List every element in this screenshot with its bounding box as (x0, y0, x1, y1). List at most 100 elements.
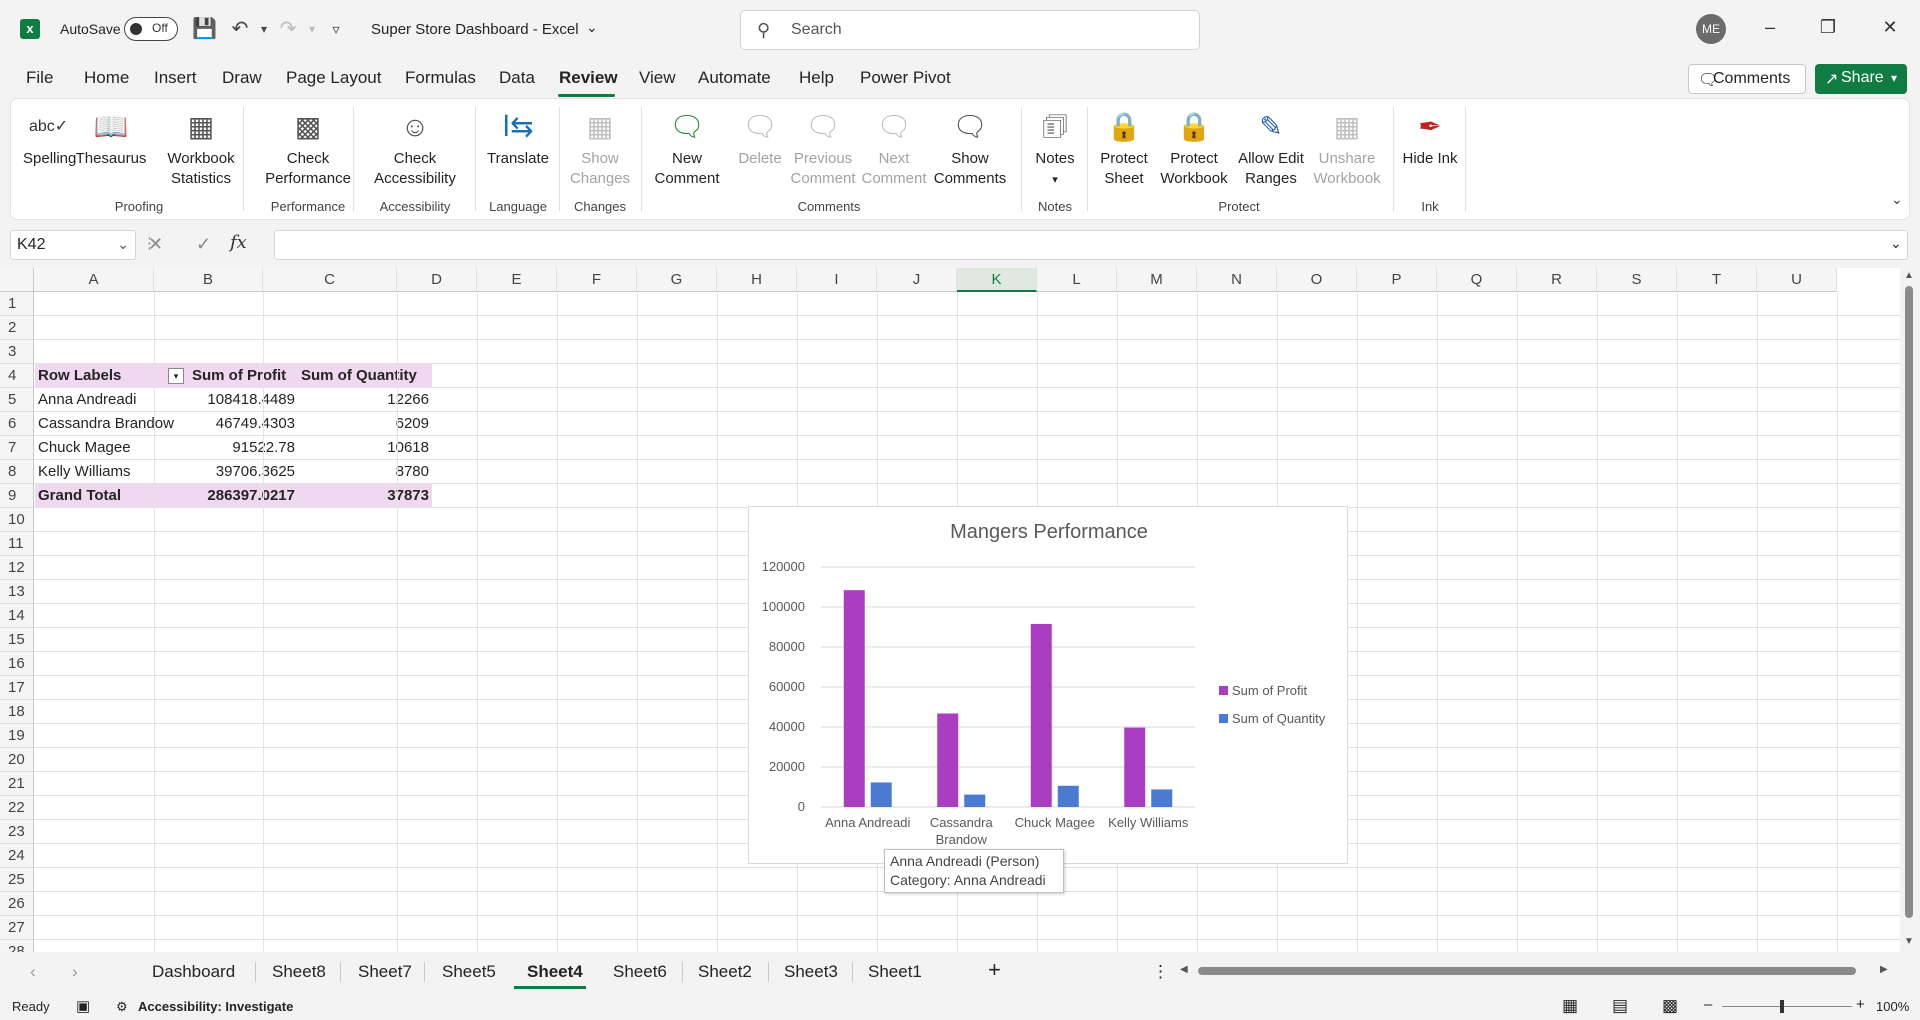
check-accessibility-button[interactable]: ☺ Check Accessibility (361, 109, 469, 189)
column-header[interactable]: N (1197, 268, 1277, 292)
pivot-header-row-labels[interactable]: Row Labels (35, 364, 189, 388)
pivot-cell[interactable]: 91522.78 (189, 436, 298, 460)
column-header[interactable]: I (797, 268, 877, 292)
sheet-tab-dashboard[interactable]: Dashboard (152, 962, 235, 982)
tab-view[interactable]: View (639, 68, 676, 88)
zoom-slider[interactable] (1722, 1006, 1852, 1007)
sheet-tab-sheet4[interactable]: Sheet4 (527, 962, 583, 982)
new-comment-button[interactable]: 🗨 New Comment (647, 109, 727, 189)
column-header[interactable]: G (637, 268, 717, 292)
pivot-grand-total-label[interactable]: Grand Total (35, 484, 189, 508)
macro-record-icon[interactable]: ▣ (76, 997, 90, 1015)
allow-edit-ranges-button[interactable]: ✎ Allow Edit Ranges (1233, 109, 1309, 189)
row-header[interactable]: 22 (0, 796, 34, 820)
row-header[interactable]: 24 (0, 844, 34, 868)
share-button[interactable]: ↗ Share ▾ (1815, 64, 1907, 94)
search-box[interactable]: ⚲ Search (740, 10, 1200, 50)
sheet-tab-sheet6[interactable]: Sheet6 (613, 962, 667, 982)
spelling-button[interactable]: abc✓ Spelling (23, 109, 76, 169)
horizontal-scroll-thumb[interactable] (1198, 967, 1856, 975)
customize-toolbar-icon[interactable]: ▿ (324, 17, 348, 41)
page-break-view-icon[interactable]: ▩ (1662, 996, 1678, 1016)
sheet-tab-sheet8[interactable]: Sheet8 (272, 962, 326, 982)
row-header[interactable]: 13 (0, 580, 34, 604)
filter-dropdown-icon[interactable]: ▾ (168, 368, 184, 384)
scroll-left-icon[interactable]: ◀ (1180, 964, 1188, 975)
column-header[interactable]: Q (1437, 268, 1517, 292)
tab-insert[interactable]: Insert (154, 68, 197, 88)
pivot-cell[interactable]: 8780 (298, 460, 432, 484)
row-header[interactable]: 7 (0, 436, 34, 460)
row-header[interactable]: 10 (0, 508, 34, 532)
column-header[interactable]: T (1677, 268, 1757, 292)
row-header[interactable]: 17 (0, 676, 34, 700)
row-header[interactable]: 26 (0, 892, 34, 916)
protect-sheet-button[interactable]: 🔒 Protect Sheet (1093, 109, 1155, 189)
row-header[interactable]: 8 (0, 460, 34, 484)
row-header[interactable]: 18 (0, 700, 34, 724)
show-comments-button[interactable]: 🗨 Show Comments (929, 109, 1011, 189)
tab-page-layout[interactable]: Page Layout (286, 68, 381, 88)
protect-workbook-button[interactable]: 🔒 Protect Workbook (1155, 109, 1233, 189)
previous-comment-button[interactable]: 🗨 Previous Comment (787, 109, 859, 189)
sheet-tab-sheet7[interactable]: Sheet7 (358, 962, 412, 982)
row-header[interactable]: 14 (0, 604, 34, 628)
undo-dropdown-icon[interactable]: ▾ (252, 17, 276, 41)
accessibility-status[interactable]: Accessibility: Investigate (138, 999, 293, 1014)
zoom-level[interactable]: 100% (1876, 999, 1909, 1014)
tab-automate[interactable]: Automate (698, 68, 771, 88)
chart[interactable]: Mangers Performance 0 20000 40000 60000 8000… (748, 506, 1348, 864)
redo-dropdown-icon[interactable]: ▾ (300, 17, 324, 41)
translate-button[interactable]: ا⇆ Translate (481, 109, 555, 169)
document-title[interactable]: Super Store Dashboard - Excel (371, 21, 579, 38)
sheet-tab-sheet1[interactable]: Sheet1 (868, 962, 922, 982)
close-icon[interactable]: ✕ (1878, 15, 1902, 39)
column-header[interactable]: U (1757, 268, 1837, 292)
row-header[interactable]: 16 (0, 652, 34, 676)
column-header[interactable]: K (957, 268, 1037, 292)
row-header[interactable]: 2 (0, 316, 34, 340)
column-header[interactable]: L (1037, 268, 1117, 292)
tab-review[interactable]: Review (559, 68, 618, 88)
pivot-cell[interactable]: 108418.4489 (189, 388, 298, 412)
sheet-tab-sheet5[interactable]: Sheet5 (442, 962, 496, 982)
pivot-cell[interactable]: 46749.4303 (189, 412, 298, 436)
unshare-workbook-button[interactable]: ▦ Unshare Workbook (1309, 109, 1385, 189)
name-box[interactable]: K42 ⌄ (10, 230, 136, 260)
autosave-toggle[interactable]: Off (124, 17, 178, 41)
show-changes-button[interactable]: ▦ Show Changes (563, 109, 637, 189)
tab-data[interactable]: Data (499, 68, 535, 88)
vertical-scrollbar[interactable]: ▲ ▼ (1900, 268, 1920, 952)
row-header[interactable]: 21 (0, 772, 34, 796)
pivot-cell[interactable]: 10618 (298, 436, 432, 460)
row-header[interactable]: 12 (0, 556, 34, 580)
minimize-icon[interactable]: – (1758, 15, 1782, 39)
tab-help[interactable]: Help (799, 68, 834, 88)
pivot-cell[interactable]: Cassandra Brandow (35, 412, 189, 436)
horizontal-scrollbar[interactable]: ◀ ▶ (1180, 964, 1892, 978)
sheet-tab-sheet3[interactable]: Sheet3 (784, 962, 838, 982)
row-header[interactable]: 27 (0, 916, 34, 940)
column-header[interactable]: C (263, 268, 397, 292)
column-header[interactable]: H (717, 268, 797, 292)
column-header[interactable]: O (1277, 268, 1357, 292)
sheet-tab-sheet2[interactable]: Sheet2 (698, 962, 752, 982)
row-header[interactable]: 6 (0, 412, 34, 436)
notes-button[interactable]: 🗊 Notes ▾ (1027, 109, 1083, 190)
normal-view-icon[interactable]: ▦ (1562, 996, 1578, 1016)
column-header[interactable]: J (877, 268, 957, 292)
save-icon[interactable]: 💾 (192, 17, 217, 41)
workbook-statistics-button[interactable]: ▦ Workbook Statistics (159, 109, 243, 189)
previous-sheet-icon[interactable]: ‹ (30, 962, 36, 982)
row-header[interactable]: 19 (0, 724, 34, 748)
pivot-cell[interactable]: 39706.3625 (189, 460, 298, 484)
vertical-scroll-thumb[interactable] (1905, 286, 1913, 918)
row-header[interactable]: 1 (0, 292, 34, 316)
insert-function-icon[interactable]: fx (230, 232, 247, 253)
row-header[interactable]: 9 (0, 484, 34, 508)
scroll-up-icon[interactable]: ▲ (1904, 270, 1914, 281)
pivot-header-quantity[interactable]: Sum of Quantity (298, 364, 432, 388)
undo-icon[interactable]: ↶ (228, 17, 252, 41)
pivot-cell[interactable]: Anna Andreadi (35, 388, 189, 412)
tab-file[interactable]: File (26, 68, 53, 88)
